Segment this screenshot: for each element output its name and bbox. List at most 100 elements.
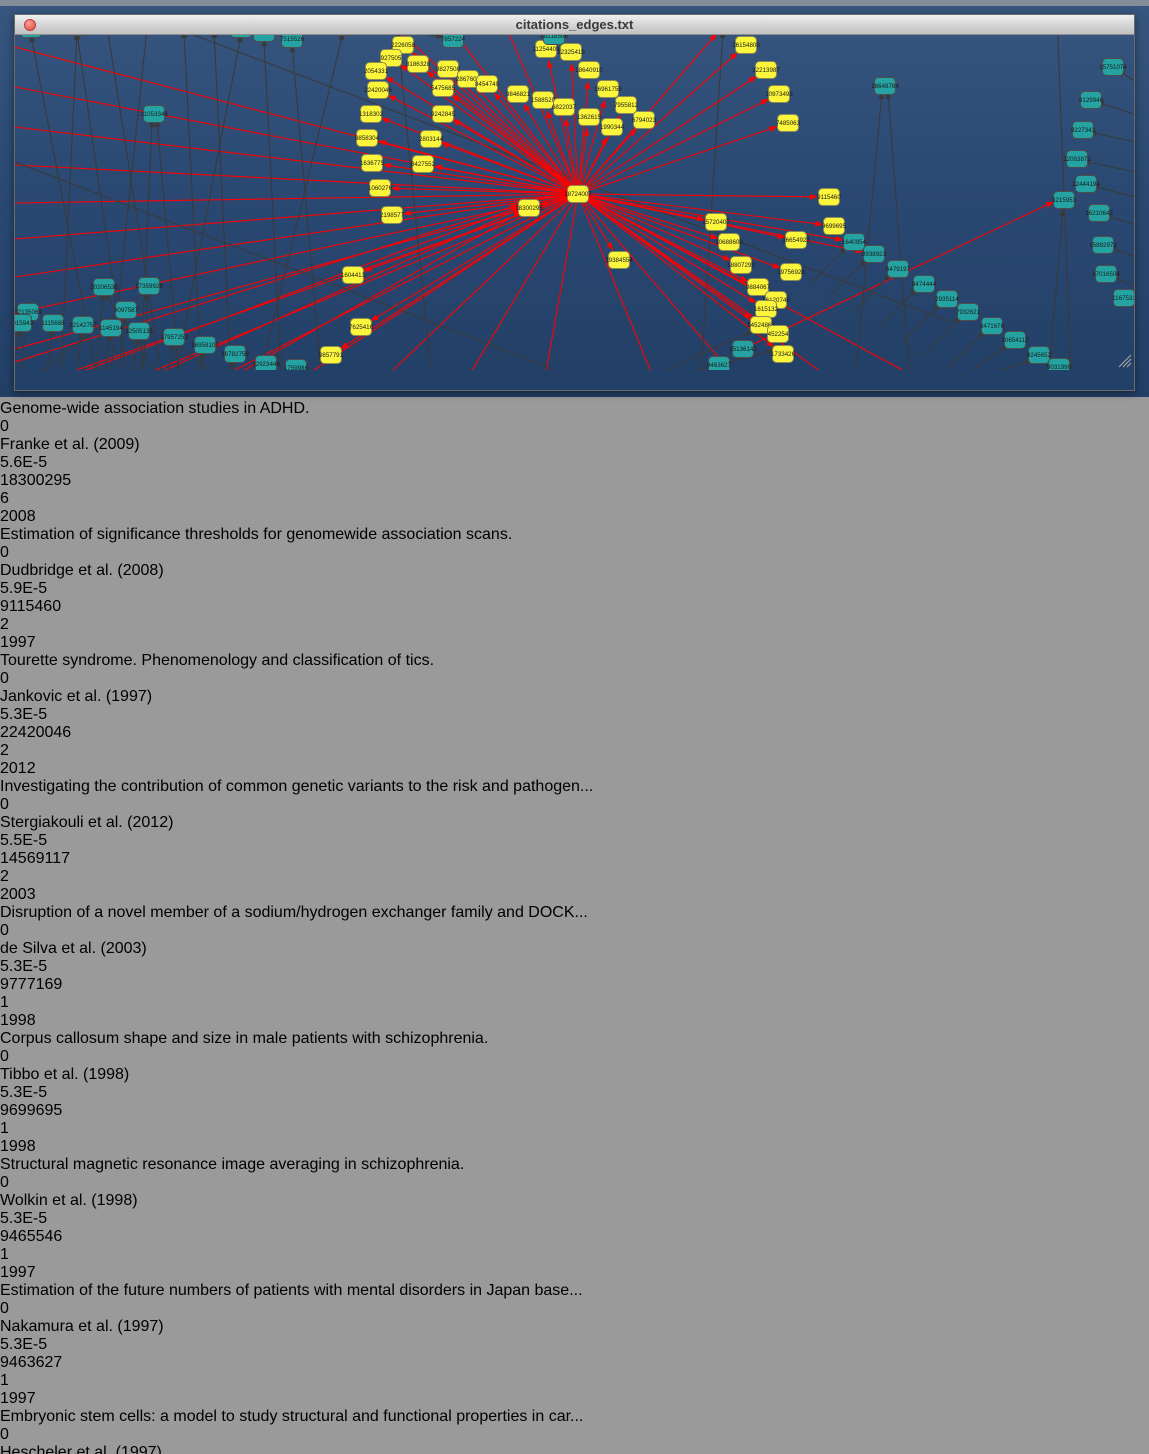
table-cell[interactable]: 9699695 (0, 1102, 1149, 1120)
graph-node[interactable]: 16961758 (594, 81, 622, 98)
graph-node[interactable]: 1636775 (360, 155, 385, 172)
graph-node[interactable]: 1362615 (577, 109, 602, 126)
graph-node[interactable]: 19384554 (605, 252, 633, 269)
table-cell[interactable]: 2 (0, 742, 1149, 760)
graph-node[interactable]: 3215953 (1052, 192, 1077, 209)
table-cell[interactable]: Dudbridge et al. (2008) (0, 562, 1149, 580)
table-cell[interactable]: 0 (0, 1426, 1149, 1444)
graph-node[interactable]: 15892971 (1089, 237, 1117, 254)
table-cell[interactable]: Estimation of the future numbers of pati… (0, 1282, 1149, 1300)
network-window-titlebar[interactable]: citations_edges.txt (15, 15, 1134, 35)
table-cell[interactable]: 1 (0, 1120, 1149, 1138)
table-cell[interactable]: 1 (0, 1372, 1149, 1390)
graph-node[interactable]: 1640954 (842, 234, 867, 251)
graph-node[interactable]: 10688609 (715, 234, 743, 251)
graph-node[interactable]: 9031990 (1047, 359, 1072, 371)
graph-node[interactable]: 12325419 (557, 44, 585, 61)
graph-node[interactable]: 15136141 (729, 341, 757, 358)
table-cell[interactable]: 2012 (0, 760, 1149, 778)
graph-node[interactable]: 10654112 (1001, 332, 1029, 349)
graph-node[interactable]: 7485063 (776, 115, 801, 132)
table-cell[interactable]: 18300295 (0, 472, 1149, 490)
graph-node[interactable]: 10973493 (765, 86, 793, 103)
table-cell[interactable]: Disruption of a novel member of a sodium… (0, 904, 1149, 922)
table-cell[interactable]: 5.3E-5 (0, 1210, 1149, 1228)
table-cell[interactable]: 14569117 (0, 850, 1149, 868)
graph-node[interactable]: 9242845 (431, 106, 456, 123)
graph-node[interactable]: 9227343 (1071, 122, 1096, 139)
graph-node[interactable]: 16154808 (732, 37, 760, 54)
table-cell[interactable]: Jankovic et al. (1997) (0, 688, 1149, 706)
graph-node[interactable]: 1990344 (600, 119, 625, 136)
graph-node[interactable]: 1615132 (754, 301, 779, 318)
table-cell[interactable]: 1997 (0, 1390, 1149, 1408)
graph-node[interactable]: 2054331 (364, 63, 389, 80)
network-canvas[interactable]: 1872400718300295222605892750581863289827… (15, 15, 1134, 375)
graph-node[interactable]: 1759986 (284, 360, 309, 371)
table-cell[interactable]: 1998 (0, 1138, 1149, 1156)
graph-node[interactable]: 7955812 (614, 97, 639, 114)
graph-node[interactable]: 18300295 (515, 200, 543, 217)
graph-node[interactable]: 18807293 (727, 257, 755, 274)
graph-node[interactable]: 7932621 (956, 304, 981, 321)
graph-node[interactable]: 3915943 (15, 315, 34, 332)
table-cell[interactable]: 5.3E-5 (0, 1084, 1149, 1102)
table-cell[interactable]: Franke et al. (2009) (0, 436, 1149, 454)
table-cell[interactable]: 2003 (0, 886, 1149, 904)
table-row[interactable]: 969969511998Structural magnetic resonanc… (0, 1102, 1149, 1228)
graph-node[interactable]: 12093872 (1063, 151, 1091, 168)
graph-node[interactable]: 9463627 (707, 357, 732, 371)
graph-node[interactable]: 8454749 (475, 76, 500, 93)
graph-node[interactable]: 9699695 (822, 218, 847, 235)
graph-node[interactable]: 2198577 (380, 207, 405, 224)
table-cell[interactable]: 0 (0, 1174, 1149, 1192)
table-row[interactable]: 1830029562008Estimation of significance … (0, 472, 1149, 598)
table-cell[interactable]: de Silva et al. (2003) (0, 940, 1149, 958)
graph-node[interactable]: 15720407 (702, 214, 730, 231)
graph-node[interactable]: 17016504 (1092, 266, 1120, 283)
graph-node[interactable]: 1733426 (771, 346, 796, 363)
table-cell[interactable]: 5.3E-5 (0, 706, 1149, 724)
graph-node[interactable]: 22420046 (364, 82, 392, 99)
graph-node[interactable]: 8186328 (406, 56, 431, 73)
table-cell[interactable]: 1997 (0, 634, 1149, 652)
graph-node[interactable]: 15751074 (1099, 59, 1127, 76)
table-cell[interactable]: 1997 (0, 1264, 1149, 1282)
graph-node[interactable]: 2803144 (419, 131, 444, 148)
table-cell[interactable]: Estimation of significance thresholds fo… (0, 526, 1149, 544)
graph-node[interactable]: 16210643 (1085, 205, 1113, 222)
table-cell[interactable]: 0 (0, 670, 1149, 688)
table-row[interactable]: 911546021997Tourette syndrome. Phenomeno… (0, 598, 1149, 724)
canvas-resize-grip[interactable] (1119, 355, 1131, 367)
graph-node[interactable]: 1167533 (1112, 290, 1134, 307)
graph-node[interactable]: 1145194 (99, 320, 123, 337)
table-cell[interactable]: 9463627 (0, 1354, 1149, 1372)
table-cell[interactable]: 5.3E-5 (0, 958, 1149, 976)
graph-node[interactable]: 6794023 (632, 112, 657, 129)
graph-node[interactable]: 1115688 (41, 315, 65, 332)
table-cell[interactable]: 2 (0, 868, 1149, 886)
table-row[interactable]: 946554611997Estimation of the future num… (0, 1228, 1149, 1354)
table-cell[interactable]: 5.6E-5 (0, 454, 1149, 472)
graph-node[interactable]: 18724007 (564, 186, 592, 203)
graph-node[interactable]: 8427552 (411, 156, 436, 173)
table-cell[interactable]: 2008 (0, 508, 1149, 526)
table-cell[interactable]: Corpus callosum shape and size in male p… (0, 1030, 1149, 1048)
graph-node[interactable]: 1318302 (359, 106, 384, 123)
graph-node[interactable]: 12213987 (752, 62, 780, 79)
graph-node[interactable]: 2935114 (935, 291, 959, 308)
table-cell[interactable]: 6 (0, 490, 1149, 508)
table-cell[interactable]: Tourette syndrome. Phenomenology and cla… (0, 652, 1149, 670)
table-cell[interactable]: Investigating the contribution of common… (0, 778, 1149, 796)
graph-node[interactable]: 9858304 (355, 130, 380, 147)
graph-node[interactable]: 9827508 (436, 61, 461, 78)
table-row[interactable]: 977716911998Corpus callosum shape and si… (0, 976, 1149, 1102)
graph-node[interactable]: 9115460 (817, 189, 841, 206)
graph-node[interactable]: 17957253 (160, 329, 188, 346)
table-cell[interactable]: 5.9E-5 (0, 580, 1149, 598)
table-cell[interactable]: Wolkin et al. (1998) (0, 1192, 1149, 1210)
graph-node[interactable]: 452254 (768, 326, 789, 343)
table-cell[interactable]: 5.3E-5 (0, 1336, 1149, 1354)
table-cell[interactable]: 5.5E-5 (0, 832, 1149, 850)
graph-node[interactable]: 20206536 (90, 279, 118, 296)
